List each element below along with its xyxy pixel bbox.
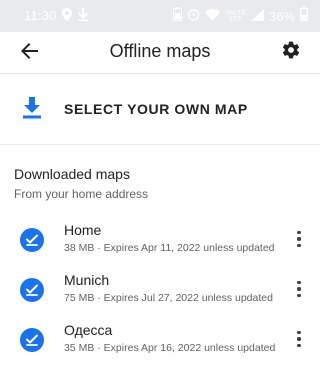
battery-icon (300, 7, 309, 26)
select-own-map-label: SELECT YOUR OWN MAP (64, 101, 248, 117)
map-meta: 75 MB · Expires Jul 27, 2022 unless upda… (64, 292, 273, 304)
battery-saver-icon (173, 7, 183, 26)
download-arrow-icon (78, 8, 88, 26)
wifi-icon (205, 8, 221, 26)
list-item[interactable]: Одесса 35 MB · Expires Apr 16, 2022 unle… (0, 320, 320, 368)
more-vert-icon[interactable] (290, 276, 308, 302)
gear-icon (281, 40, 301, 65)
alarm-icon (187, 8, 200, 26)
more-vert-icon[interactable] (290, 226, 308, 252)
status-system-icons: VoLTE LTE 36% (173, 7, 309, 26)
network-type-label: VoLTE LTE (225, 9, 246, 23)
more-vert-icon[interactable] (290, 326, 308, 352)
download-icon (22, 97, 42, 124)
map-name: Одесса (64, 322, 113, 338)
battery-percent: 36% (268, 9, 295, 24)
section-subtitle: From your home address (14, 187, 149, 201)
check-circle-icon (20, 328, 44, 352)
status-bar: 11:30 VoLTE LTE 36% (0, 0, 320, 32)
signal-strength-icon (250, 8, 264, 26)
section-divider (0, 144, 320, 145)
section-title: Downloaded maps (14, 166, 130, 182)
app-bar: Offline maps (0, 32, 320, 74)
list-item[interactable]: Munich 75 MB · Expires Jul 27, 2022 unle… (0, 270, 320, 318)
status-notification-icons (62, 8, 88, 26)
status-time: 11:30 (24, 8, 57, 23)
settings-button[interactable] (276, 37, 306, 67)
location-pin-icon (62, 8, 72, 26)
map-meta: 35 MB · Expires Apr 16, 2022 unless upda… (64, 342, 276, 354)
page-title: Offline maps (109, 41, 211, 61)
check-circle-icon (20, 228, 44, 252)
select-own-map-button[interactable]: SELECT YOUR OWN MAP (0, 74, 320, 144)
map-name: Munich (64, 272, 110, 288)
map-name: Home (64, 222, 102, 238)
list-item[interactable]: Home 38 MB · Expires Apr 11, 2022 unless… (0, 220, 320, 268)
check-circle-icon (20, 278, 44, 302)
map-meta: 38 MB · Expires Apr 11, 2022 unless upda… (64, 242, 275, 254)
